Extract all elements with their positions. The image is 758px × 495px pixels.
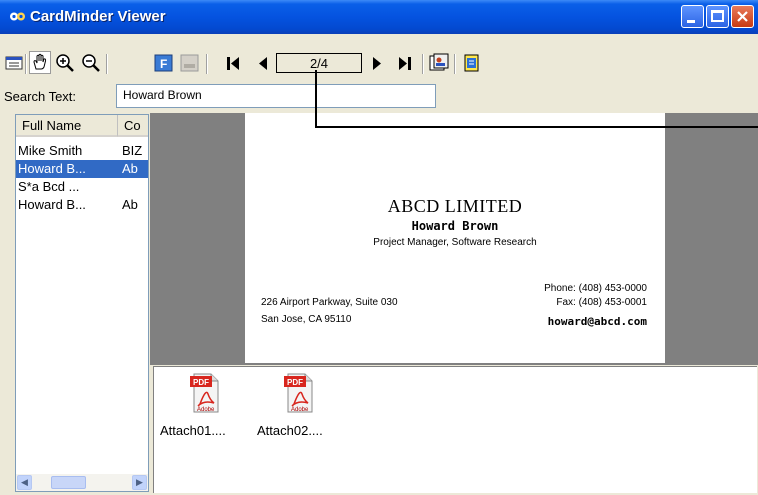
card-phone: Phone: (408) 453-0000 <box>544 283 647 294</box>
card-email: howard@abcd.com <box>547 315 647 328</box>
list-item-name: Howard B... <box>18 161 86 176</box>
svg-text:PDF: PDF <box>193 378 209 387</box>
svg-text:F: F <box>160 57 167 71</box>
list-item-company: Ab <box>122 161 138 176</box>
zoom-out-icon[interactable] <box>80 52 102 74</box>
card-role: Project Manager, Software Research <box>373 237 537 248</box>
svg-text:Adobe: Adobe <box>291 407 309 413</box>
column-header-company[interactable]: Co <box>118 115 148 137</box>
list-item-company: Ab <box>122 197 138 212</box>
first-page-icon[interactable] <box>222 52 244 74</box>
prev-page-icon[interactable] <box>252 52 274 74</box>
search-label: Search Text: <box>4 89 77 104</box>
toolbar-separator <box>106 54 108 74</box>
card-list[interactable]: Full Name Co Mike Smith BIZ Howard B... … <box>15 114 149 492</box>
scroll-right-button[interactable]: ▶ <box>132 475 147 490</box>
zoom-in-icon[interactable] <box>54 52 76 74</box>
column-header-full-name[interactable]: Full Name <box>16 115 118 137</box>
list-view-icon[interactable] <box>3 52 25 74</box>
svg-text:PDF: PDF <box>287 378 303 387</box>
card-address-line2: San Jose, CA 95110 <box>261 314 352 325</box>
left-edge <box>0 114 15 492</box>
list-item-name: Mike Smith <box>18 143 83 158</box>
app-logo-icon <box>10 12 25 21</box>
list-item[interactable]: Howard B... Ab <box>16 196 148 214</box>
callout-line <box>315 70 758 128</box>
hand-icon <box>33 53 47 70</box>
toolbar-separator <box>206 54 208 74</box>
list-item-name: S*a Bcd ... <box>18 179 80 194</box>
hand-tool-button[interactable] <box>29 51 51 74</box>
list-item-selected[interactable]: Howard B... Ab <box>16 160 148 178</box>
list-item[interactable]: S*a Bcd ... <box>16 178 148 196</box>
attachment-label[interactable]: Attach01.... <box>160 423 226 438</box>
card-name: Howard Brown <box>411 219 499 233</box>
back-side-icon[interactable] <box>179 52 201 74</box>
list-item[interactable]: Mike Smith BIZ <box>16 142 148 160</box>
app-window: CardMinder Viewer F 2/4 Search Text: How… <box>0 0 758 495</box>
maximize-button[interactable] <box>706 5 729 28</box>
horizontal-scrollbar[interactable]: ◀ ▶ <box>16 474 148 491</box>
pdf-icon: PDF Adobe <box>284 373 313 413</box>
card-company: ABCD LIMITED <box>387 196 523 216</box>
business-card-image: ABCD LIMITED Howard Brown Project Manage… <box>245 113 665 363</box>
card-fax: Fax: (408) 453-0001 <box>556 297 647 308</box>
scroll-thumb[interactable] <box>51 476 86 489</box>
minimize-button[interactable] <box>681 5 704 28</box>
toolbar-separator <box>25 54 27 74</box>
list-item-company: BIZ <box>122 143 143 158</box>
pdf-icon: PDF Adobe <box>190 373 219 413</box>
attachment-label[interactable]: Attach02.... <box>257 423 323 438</box>
svg-text:Adobe: Adobe <box>197 407 215 413</box>
card-address-line1: 226 Airport Parkway, Suite 030 <box>261 297 398 308</box>
front-side-icon[interactable]: F <box>153 52 175 74</box>
title-bar[interactable]: CardMinder Viewer <box>0 0 758 34</box>
close-icon <box>737 11 748 22</box>
window-title: CardMinder Viewer <box>30 8 166 25</box>
attachment-list[interactable] <box>153 366 757 493</box>
list-item-name: Howard B... <box>18 197 86 212</box>
scroll-left-button[interactable]: ◀ <box>17 475 32 490</box>
close-button[interactable] <box>731 5 754 28</box>
